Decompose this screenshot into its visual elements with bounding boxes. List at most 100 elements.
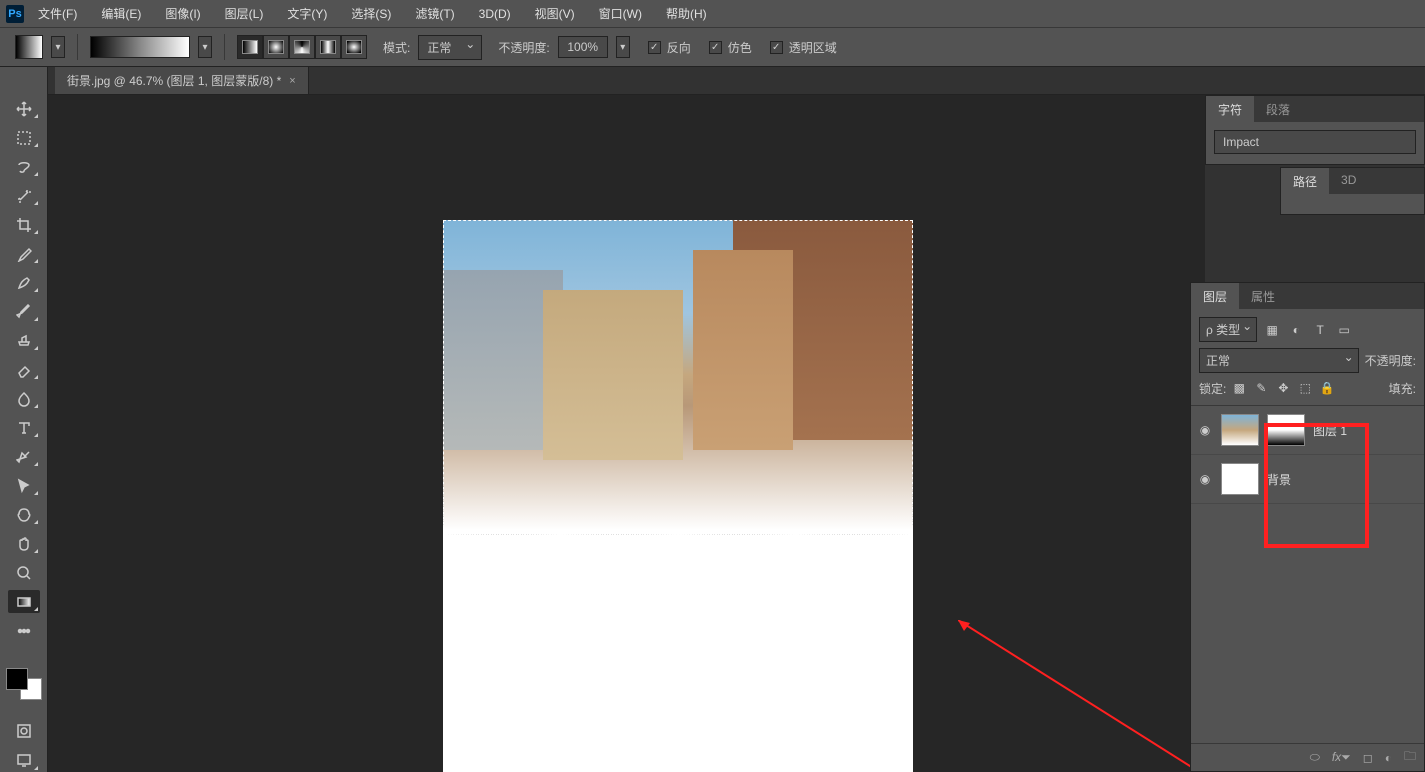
gradient-linear-button[interactable] [237,35,263,59]
filter-type-icon[interactable]: T [1311,321,1329,339]
menu-window[interactable]: 窗口(W) [589,1,652,26]
tab-paragraph[interactable]: 段落 [1254,96,1302,122]
pen-tool[interactable] [8,445,40,468]
menu-3d[interactable]: 3D(D) [469,3,521,25]
gradient-picker-dropdown[interactable] [198,36,212,58]
document-tab-title: 街景.jpg @ 46.7% (图层 1, 图层蒙版/8) * [67,72,281,89]
visibility-toggle-icon[interactable]: ◉ [1197,472,1213,486]
tab-properties[interactable]: 属性 [1239,283,1287,309]
lock-artboard-icon[interactable]: ⬚ [1296,379,1314,397]
menu-select[interactable]: 选择(S) [341,1,401,26]
lock-label: 锁定: [1199,380,1226,397]
lock-position-icon[interactable]: ✥ [1274,379,1292,397]
gradient-diamond-button[interactable] [341,35,367,59]
edit-toolbar[interactable] [8,619,40,642]
character-panel: 字符 段落 Impact [1205,95,1425,165]
shape-tool[interactable] [8,503,40,526]
tab-layers[interactable]: 图层 [1191,283,1239,309]
gradient-reflected-button[interactable] [315,35,341,59]
gradient-tool-icon[interactable] [15,35,43,59]
layer-blend-mode[interactable]: 正常 [1199,348,1359,373]
tool-preset-dropdown[interactable] [51,36,65,58]
close-tab-icon[interactable]: × [289,75,295,87]
filter-pixel-icon[interactable]: ▦ [1263,321,1281,339]
artboard [443,220,913,772]
document-tab[interactable]: 街景.jpg @ 46.7% (图层 1, 图层蒙版/8) * × [55,67,309,94]
lasso-tool[interactable] [8,155,40,178]
new-adjustment-icon[interactable]: ◐ [1385,751,1392,765]
link-layers-icon[interactable]: ⬭ [1310,750,1320,765]
path-selection-tool[interactable] [8,474,40,497]
options-bar: 模式: 正常 不透明度: 100% ✓反向 ✓仿色 ✓透明区域 [0,27,1425,67]
menu-layer[interactable]: 图层(L) [215,1,274,26]
document-tab-bar: 街景.jpg @ 46.7% (图层 1, 图层蒙版/8) * × [0,67,1425,95]
move-tool[interactable] [8,97,40,120]
menu-edit[interactable]: 编辑(E) [91,1,151,26]
gradient-angle-button[interactable] [289,35,315,59]
layer-thumbnail[interactable] [1221,414,1259,446]
eyedropper-tool[interactable] [8,242,40,265]
add-mask-icon[interactable]: ◻ [1363,751,1373,765]
layer-row-bg[interactable]: ◉ 背景 [1191,455,1424,504]
layer-opacity-label: 不透明度: [1365,352,1416,369]
gradient-preview[interactable] [90,36,190,58]
layers-footer: ⬭ fx⏷ ◻ ◐ 🗀 [1191,743,1424,771]
font-family-select[interactable]: Impact [1214,130,1416,154]
menu-image[interactable]: 图像(I) [155,1,210,26]
clone-stamp-tool[interactable] [8,329,40,352]
new-group-icon[interactable]: 🗀 [1404,747,1416,768]
tab-3d[interactable]: 3D [1329,168,1368,194]
magic-wand-tool[interactable] [8,184,40,207]
mode-label: 模式: [383,39,410,56]
canvas-area[interactable] [48,95,1205,772]
color-swatches[interactable] [6,668,42,700]
filter-adjust-icon[interactable]: ◐ [1287,321,1305,339]
screen-mode-tool[interactable] [8,749,40,772]
brush-tool[interactable] [8,300,40,323]
layer-name[interactable]: 背景 [1267,471,1418,488]
lock-transparent-icon[interactable]: ▩ [1230,379,1248,397]
menu-filter[interactable]: 滤镜(T) [405,1,464,26]
annotation-arrow [958,620,1205,772]
layer-style-icon[interactable]: fx⏷ [1332,750,1351,765]
filter-shape-icon[interactable]: ▭ [1335,321,1353,339]
menu-bar: Ps 文件(F) 编辑(E) 图像(I) 图层(L) 文字(Y) 选择(S) 滤… [0,0,1425,27]
quick-mask-tool[interactable] [8,720,40,743]
reverse-checkbox[interactable]: ✓反向 [648,39,691,56]
tab-character[interactable]: 字符 [1206,96,1254,122]
layers-panel: 图层 属性 ρ 类型 ▦ ◐ T ▭ 正常 不透明度: 锁定: ▩ ✎ ✥ ⬚ … [1190,282,1425,772]
gradient-radial-button[interactable] [263,35,289,59]
foreground-color[interactable] [6,668,28,690]
zoom-tool[interactable] [8,561,40,584]
opacity-label: 不透明度: [498,39,549,56]
visibility-toggle-icon[interactable]: ◉ [1197,423,1213,437]
opacity-input[interactable]: 100% [558,36,608,58]
fill-label: 填充: [1389,380,1416,397]
lock-all-icon[interactable]: 🔒 [1318,379,1336,397]
menu-view[interactable]: 视图(V) [525,1,585,26]
menu-file[interactable]: 文件(F) [28,1,87,26]
gradient-tool[interactable] [8,590,40,613]
hand-tool[interactable] [8,532,40,555]
eraser-tool[interactable] [8,358,40,381]
gradient-type-group [237,35,367,59]
layer-mask-thumbnail[interactable] [1267,414,1305,446]
blend-mode-select[interactable]: 正常 [418,35,482,60]
menu-type[interactable]: 文字(Y) [277,1,337,26]
layer-row-1[interactable]: ◉ 图层 1 [1191,406,1424,455]
transparency-checkbox[interactable]: ✓透明区域 [770,39,837,56]
dither-checkbox[interactable]: ✓仿色 [709,39,752,56]
ps-logo-icon: Ps [6,5,24,23]
type-tool[interactable] [8,416,40,439]
layer-filter-kind[interactable]: ρ 类型 [1199,317,1257,342]
marquee-tool[interactable] [8,126,40,149]
crop-tool[interactable] [8,213,40,236]
menu-help[interactable]: 帮助(H) [656,1,717,26]
healing-brush-tool[interactable] [8,271,40,294]
layer-thumbnail[interactable] [1221,463,1259,495]
opacity-dropdown[interactable] [616,36,630,58]
lock-image-icon[interactable]: ✎ [1252,379,1270,397]
smudge-tool[interactable] [8,387,40,410]
layer-name[interactable]: 图层 1 [1313,422,1418,439]
tab-paths[interactable]: 路径 [1281,168,1329,194]
